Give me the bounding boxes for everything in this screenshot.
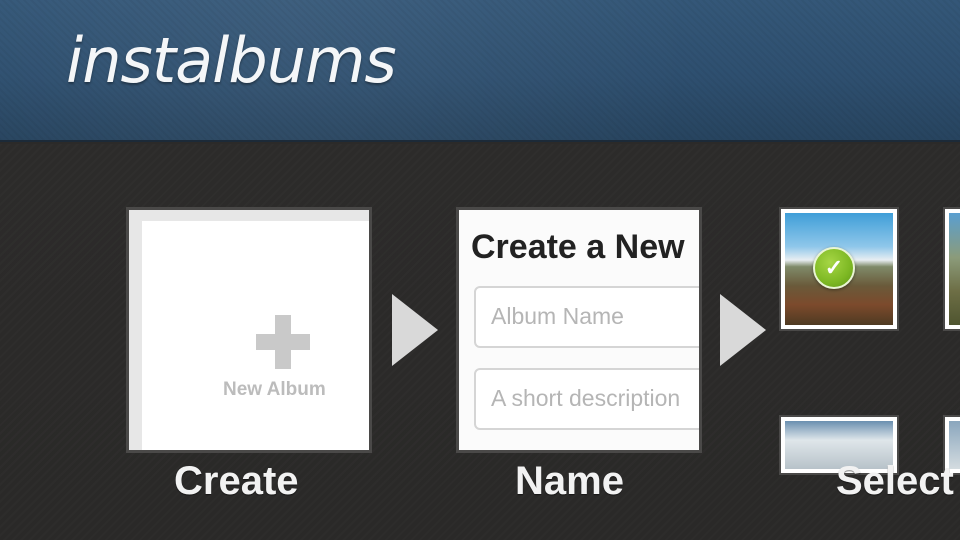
create-step-card: New Album [126, 207, 372, 453]
new-album-tile: New Album [142, 221, 369, 450]
name-card: Create a New Album Name A short descript… [459, 210, 699, 450]
plus-icon [256, 315, 310, 369]
arrow-right-icon [392, 294, 438, 366]
name-step-card: Create a New Album Name A short descript… [456, 207, 702, 453]
album-name-field: Album Name [474, 286, 699, 348]
photo-thumbnail [943, 207, 960, 331]
checkmark-icon: ✓ [813, 247, 855, 289]
create-card: New Album [129, 210, 369, 450]
step-label-select: Select [836, 459, 954, 503]
landscape-photo: ✓ [785, 213, 893, 325]
description-field: A short description [474, 368, 699, 430]
step-label-name: Name [515, 459, 624, 503]
select-step-card: ✓ [779, 207, 960, 475]
landscape-photo [949, 213, 960, 325]
photo-thumbnail-selected: ✓ [779, 207, 899, 331]
app-logo: instalbums [66, 24, 397, 97]
new-album-label: New Album [223, 379, 326, 400]
arrow-right-icon [720, 294, 766, 366]
step-label-create: Create [174, 459, 299, 503]
create-album-title: Create a New [471, 228, 685, 266]
app-header: instalbums [0, 0, 960, 142]
